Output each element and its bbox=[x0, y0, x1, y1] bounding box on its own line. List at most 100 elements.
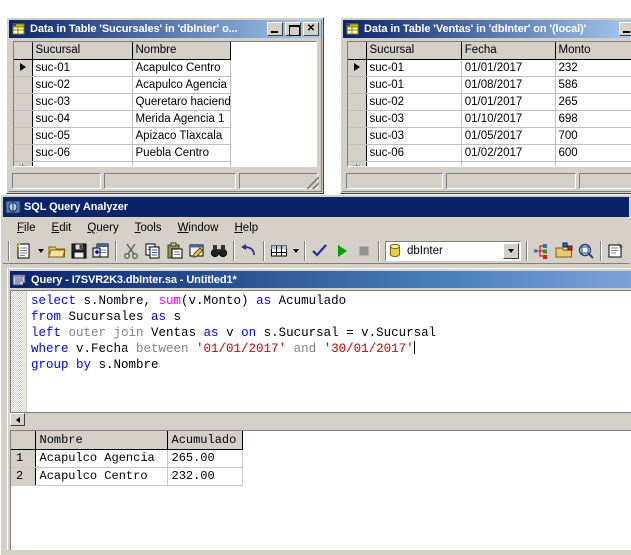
ventas-col-sucursal[interactable]: Sucursal bbox=[366, 42, 462, 60]
result-row[interactable]: 1 Acapulco Agencia 265.00 bbox=[11, 449, 243, 468]
result-row-number[interactable]: 1 bbox=[11, 449, 36, 468]
cell-nombre[interactable]: Acapulco Agencia bbox=[132, 76, 231, 94]
cell-sucursal[interactable]: suc-06 bbox=[366, 144, 462, 162]
window-query[interactable]: Query - I7SVR2K3.dbInter.sa - Untitled1*… bbox=[7, 268, 631, 550]
cell-fecha[interactable]: 01/08/2017 bbox=[461, 76, 556, 94]
result-cell-acumulado[interactable]: 232.00 bbox=[167, 467, 243, 486]
titlebar-sql-query-analyzer[interactable]: SQL Query Analyzer bbox=[3, 197, 629, 217]
copy-icon[interactable] bbox=[142, 240, 164, 262]
show-execution-plan-icon[interactable] bbox=[575, 240, 597, 262]
cell-sucursal[interactable]: suc-03 bbox=[366, 127, 462, 145]
results-col-acumulado[interactable]: Acumulado bbox=[167, 431, 243, 450]
cell-fecha[interactable]: 01/01/2017 bbox=[461, 59, 556, 77]
table-row[interactable]: suc-01 01/08/2017 586 bbox=[348, 76, 631, 94]
row-selector[interactable] bbox=[14, 93, 33, 111]
window-sucursales[interactable]: Data in Table 'Sucursales' in 'dbInter' … bbox=[6, 17, 324, 194]
new-query-icon[interactable] bbox=[13, 240, 35, 262]
result-cell-nombre[interactable]: Acapulco Agencia bbox=[35, 449, 168, 468]
new-record-selector[interactable]: ✳ bbox=[348, 161, 367, 166]
table-row[interactable]: suc-03 01/10/2017 698 bbox=[348, 110, 631, 128]
sucursales-grid[interactable]: Sucursal Nombre suc-01 Acapulco Centro suc… bbox=[13, 41, 317, 167]
table-row[interactable]: suc-06 01/02/2017 600 bbox=[348, 144, 631, 162]
menu-window[interactable]: Window bbox=[170, 220, 227, 236]
row-selector[interactable] bbox=[14, 59, 33, 77]
cell-sucursal[interactable]: suc-05 bbox=[32, 127, 133, 145]
close-button-sucursales[interactable]: ✕ bbox=[303, 22, 319, 36]
titlebar-query-window[interactable]: Query - I7SVR2K3.dbInter.sa - Untitled1* bbox=[10, 271, 631, 288]
estimated-plan-icon[interactable] bbox=[531, 240, 553, 262]
database-selector-dropdown-button[interactable] bbox=[503, 242, 519, 259]
table-row[interactable]: suc-02 Acapulco Agencia bbox=[14, 76, 231, 94]
cell-sucursal[interactable]: suc-01 bbox=[366, 76, 462, 94]
table-row[interactable]: suc-02 01/01/2017 265 bbox=[348, 93, 631, 111]
new-record-cell[interactable] bbox=[555, 161, 631, 166]
new-record-selector[interactable]: ✳ bbox=[14, 161, 33, 166]
ventas-col-fecha[interactable]: Fecha bbox=[461, 42, 556, 60]
row-selector[interactable] bbox=[348, 110, 367, 128]
menu-tools[interactable]: Tools bbox=[127, 220, 170, 236]
ventas-col-monto[interactable]: Monto bbox=[555, 42, 631, 60]
cell-sucursal[interactable]: suc-03 bbox=[32, 93, 133, 111]
results-grid[interactable]: Nombre Acumulado 1 Acapulco Agencia 265.00… bbox=[10, 430, 631, 550]
toolbar[interactable]: dbInter bbox=[3, 238, 629, 264]
minimize-button-sucursales[interactable] bbox=[267, 22, 283, 36]
table-row[interactable]: suc-03 Queretaro haciend bbox=[14, 93, 231, 111]
new-record-cell[interactable] bbox=[132, 161, 231, 166]
current-connection-properties-icon[interactable] bbox=[605, 240, 627, 262]
new-query-dropdown-icon[interactable] bbox=[35, 240, 46, 262]
window-sql-query-analyzer[interactable]: SQL Query Analyzer File Edit Query Tools Win… bbox=[0, 194, 631, 555]
cell-fecha[interactable]: 01/02/2017 bbox=[461, 144, 556, 162]
results-grid-dropdown-icon[interactable] bbox=[290, 240, 301, 262]
cell-monto[interactable]: 265 bbox=[555, 93, 631, 111]
table-row[interactable]: suc-05 Apizaco Tlaxcala bbox=[14, 127, 231, 145]
execute-query-icon[interactable] bbox=[331, 240, 353, 262]
table-row[interactable]: suc-04 Merida Agencia 1 bbox=[14, 110, 231, 128]
find-icon[interactable] bbox=[208, 240, 230, 262]
cell-monto[interactable]: 600 bbox=[555, 144, 631, 162]
cell-monto[interactable]: 232 bbox=[555, 59, 631, 77]
sucursales-col-nombre[interactable]: Nombre bbox=[132, 42, 231, 60]
maximize-button-sucursales[interactable] bbox=[285, 22, 301, 36]
cut-icon[interactable] bbox=[120, 240, 142, 262]
row-selector[interactable] bbox=[348, 59, 367, 77]
result-row-number[interactable]: 2 bbox=[11, 467, 36, 486]
new-record-cell[interactable] bbox=[32, 161, 133, 166]
row-selector[interactable] bbox=[348, 144, 367, 162]
insert-template-icon[interactable] bbox=[90, 240, 112, 262]
cell-sucursal[interactable]: suc-02 bbox=[366, 93, 462, 111]
cell-sucursal[interactable]: suc-06 bbox=[32, 144, 133, 162]
cell-sucursal[interactable]: suc-04 bbox=[32, 110, 133, 128]
new-record-cell[interactable] bbox=[461, 161, 556, 166]
row-selector[interactable] bbox=[14, 127, 33, 145]
save-query-icon[interactable] bbox=[68, 240, 90, 262]
cell-nombre[interactable]: Apizaco Tlaxcala bbox=[132, 127, 231, 145]
ventas-grid[interactable]: Sucursal Fecha Monto suc-01 01/01/2017 232… bbox=[347, 41, 631, 167]
menubar[interactable]: File Edit Query Tools Window Help bbox=[3, 218, 629, 238]
new-record-row[interactable]: ✳ bbox=[14, 161, 231, 166]
table-row[interactable]: suc-01 Acapulco Centro bbox=[14, 59, 231, 77]
results-col-nombre[interactable]: Nombre bbox=[35, 431, 168, 450]
cell-nombre[interactable]: Merida Agencia 1 bbox=[132, 110, 231, 128]
row-selector[interactable] bbox=[14, 144, 33, 162]
row-selector[interactable] bbox=[348, 93, 367, 111]
scroll-track[interactable] bbox=[25, 413, 631, 427]
open-file-icon[interactable] bbox=[46, 240, 68, 262]
titlebar-ventas[interactable]: Data in Table 'Ventas' in 'dbInter' on '… bbox=[343, 20, 631, 38]
cell-sucursal[interactable]: suc-02 bbox=[32, 76, 133, 94]
parse-query-icon[interactable] bbox=[309, 240, 331, 262]
editor-horizontal-scrollbar[interactable] bbox=[10, 412, 631, 427]
row-selector[interactable] bbox=[14, 76, 33, 94]
cell-sucursal[interactable]: suc-01 bbox=[32, 59, 133, 77]
menu-query[interactable]: Query bbox=[79, 220, 126, 236]
cell-fecha[interactable]: 01/10/2017 bbox=[461, 110, 556, 128]
titlebar-sucursales[interactable]: Data in Table 'Sucursales' in 'dbInter' … bbox=[9, 20, 321, 38]
menu-edit[interactable]: Edit bbox=[44, 220, 80, 236]
cell-sucursal[interactable]: suc-01 bbox=[366, 59, 462, 77]
cell-nombre[interactable]: Puebla Centro bbox=[132, 144, 231, 162]
sql-editor[interactable]: select s.Nombre, sum(v.Monto) as Acumula… bbox=[10, 290, 631, 412]
cell-fecha[interactable]: 01/01/2017 bbox=[461, 93, 556, 111]
menu-file[interactable]: File bbox=[9, 220, 44, 236]
clear-window-icon[interactable] bbox=[186, 240, 208, 262]
undo-icon[interactable] bbox=[238, 240, 260, 262]
table-row[interactable]: suc-06 Puebla Centro bbox=[14, 144, 231, 162]
